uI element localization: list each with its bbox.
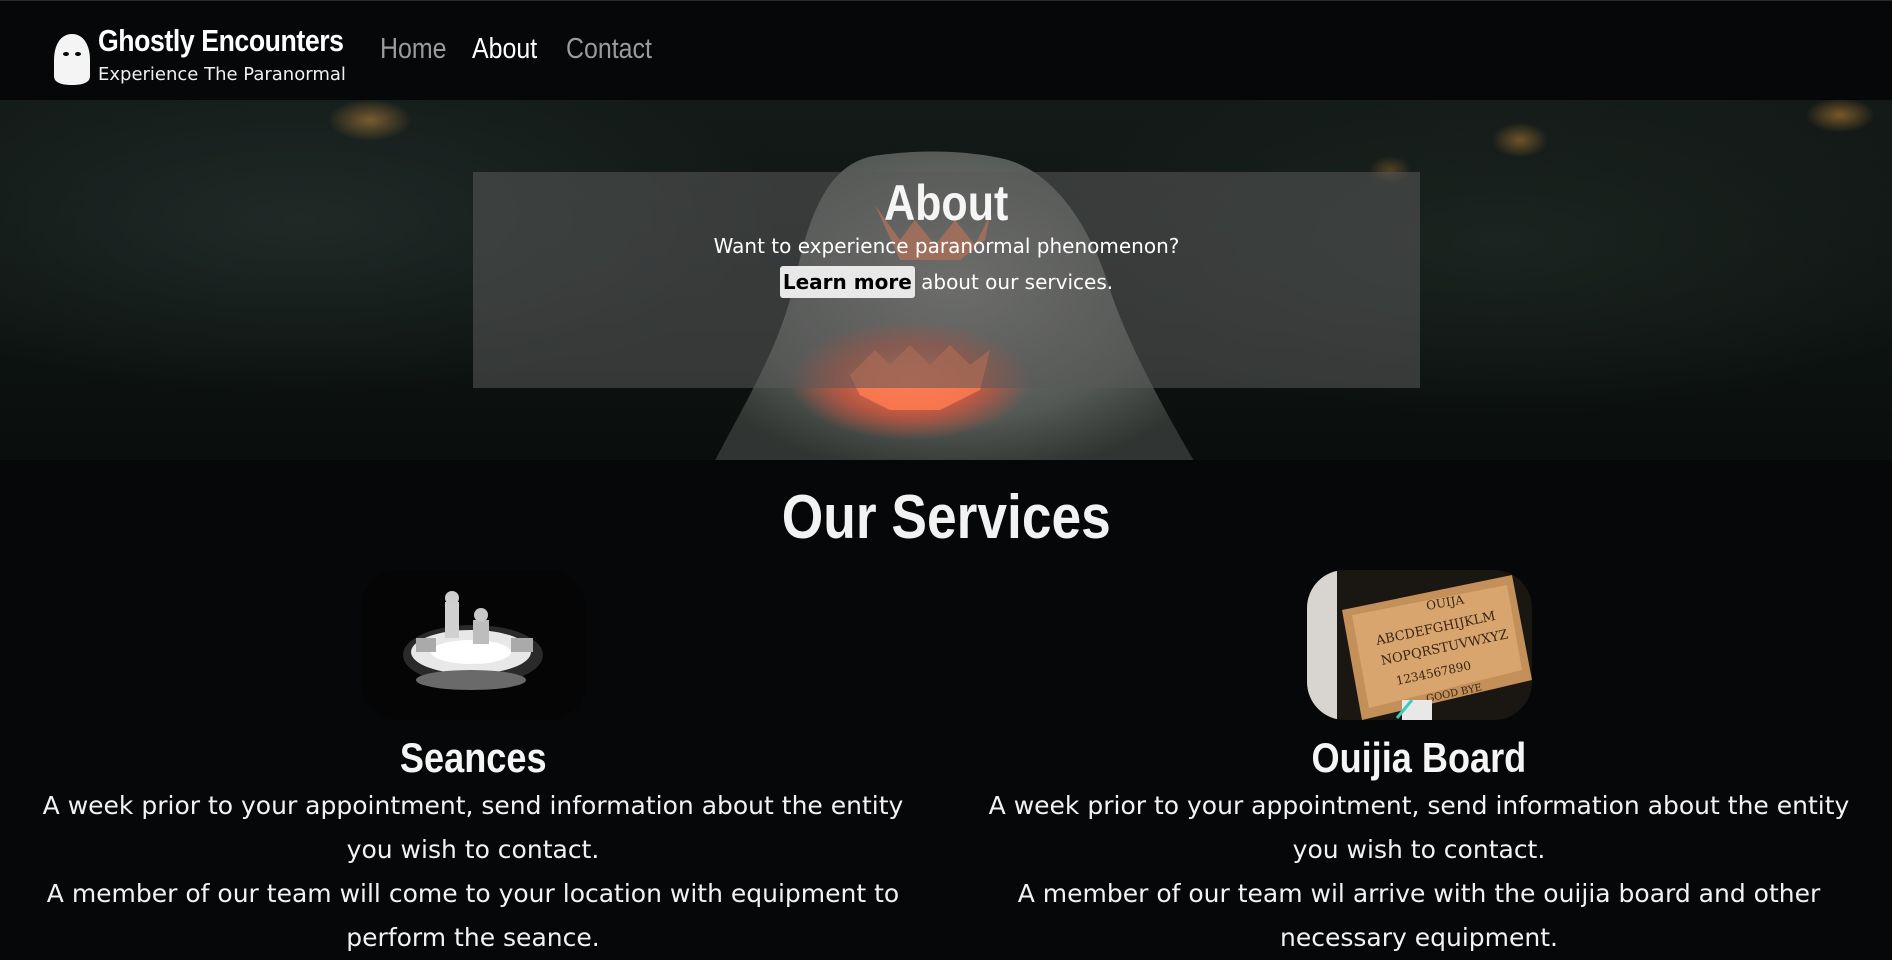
service-card-seances: Seances A week prior to your appointment…: [0, 570, 946, 960]
service-desc-line: A week prior to your appointment, send i…: [988, 791, 1850, 864]
brand-title[interactable]: Ghostly Encounters: [98, 23, 344, 59]
service-name: Seances: [399, 734, 547, 781]
ghost-icon[interactable]: [52, 32, 92, 87]
nav-contact-link[interactable]: Contact: [566, 33, 652, 66]
about-overlay: About Want to experience paranormal phen…: [473, 172, 1420, 388]
site-header: Ghostly Encounters Experience The Parano…: [0, 0, 1892, 100]
nav-home-link[interactable]: Home: [380, 33, 447, 66]
service-name: Ouijia Board: [1311, 734, 1527, 781]
seance-photo: [360, 570, 586, 720]
services-heading: Our Services: [781, 483, 1111, 552]
service-desc-line: A week prior to your appointment, send i…: [42, 791, 904, 864]
about-title: About: [884, 175, 1009, 231]
main-nav: Home About Contact: [380, 33, 656, 66]
service-description: A week prior to your appointment, send i…: [0, 784, 946, 960]
brand-subtitle: Experience The Paranormal: [98, 64, 346, 85]
learn-more-suffix: about our services.: [914, 270, 1114, 294]
service-description: A week prior to your appointment, send i…: [946, 784, 1892, 960]
hero-banner: About Want to experience paranormal phen…: [0, 100, 1892, 460]
nav-about-link[interactable]: About: [472, 33, 537, 66]
ouija-board-photo: OUIJA ABCDEFGHIJKLM NOPQRSTUVWXYZ 123456…: [1306, 570, 1532, 720]
about-learn-more-line: Learn more about our services.: [473, 266, 1420, 298]
service-card-ouija: OUIJA ABCDEFGHIJKLM NOPQRSTUVWXYZ 123456…: [946, 570, 1892, 960]
learn-more-button[interactable]: Learn more: [779, 266, 915, 298]
about-tagline: Want to experience paranormal phenomenon…: [713, 234, 1180, 258]
